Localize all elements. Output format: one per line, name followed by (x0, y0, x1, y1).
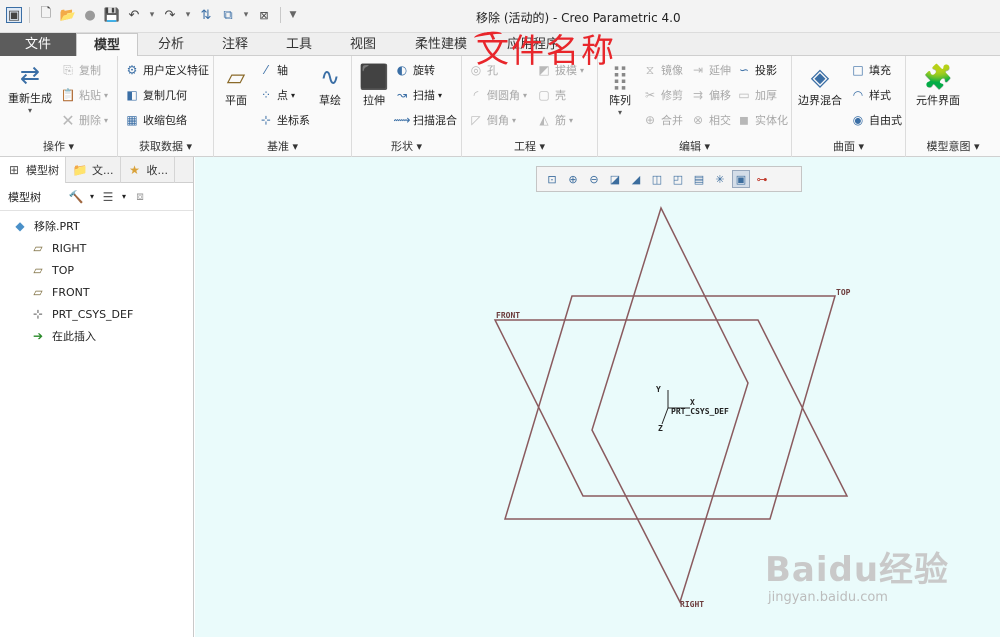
spin-center-icon[interactable]: ⊶ (753, 170, 771, 188)
display-style-icon[interactable]: ◢ (627, 170, 645, 188)
datum-display-icon[interactable]: ✳ (711, 170, 729, 188)
saved-orientations-icon[interactable]: ◫ (648, 170, 666, 188)
csys-z-axis (661, 407, 669, 425)
refit-icon[interactable]: ⊡ (543, 170, 561, 188)
zoom-out-icon[interactable]: ⊖ (585, 170, 603, 188)
watermark-url: jingyan.baidu.com (768, 590, 888, 605)
view-manager-icon[interactable]: ◰ (669, 170, 687, 188)
baidu-watermark: Baidu经验 (765, 550, 950, 590)
annotation-display-icon[interactable]: ▣ (732, 170, 750, 188)
label-csys-x: X (690, 398, 695, 407)
label-front: FRONT (496, 311, 520, 320)
perspective-icon[interactable]: ▤ (690, 170, 708, 188)
label-csys-z: Z (658, 424, 663, 433)
repaint-icon[interactable]: ◪ (606, 170, 624, 188)
label-right: RIGHT (680, 600, 704, 609)
datum-plane-right (591, 205, 749, 604)
zoom-in-icon[interactable]: ⊕ (564, 170, 582, 188)
label-csys-y: Y (656, 385, 661, 394)
label-top: TOP (836, 288, 851, 297)
label-csys-name: PRT_CSYS_DEF (671, 407, 729, 416)
graphics-toolbar: ⊡ ⊕ ⊖ ◪ ◢ ◫ ◰ ▤ ✳ ▣ ⊶ (536, 166, 802, 192)
